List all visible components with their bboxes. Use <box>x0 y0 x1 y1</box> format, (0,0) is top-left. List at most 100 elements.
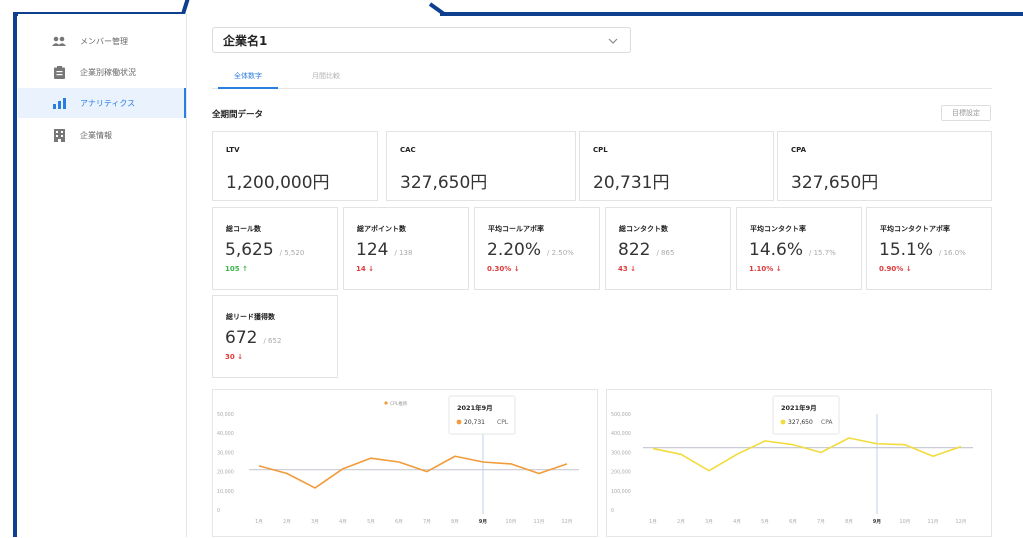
chevron-down-icon <box>608 34 618 48</box>
kpi-value-number: 14.6% <box>749 240 804 260</box>
x-tick-label: 7月 <box>423 519 431 525</box>
bar-chart-icon <box>52 96 66 110</box>
kpi-label: 平均コンタクト率 <box>750 225 806 233</box>
y-tick-label: 20,000 <box>217 470 234 476</box>
x-tick-label: 11月 <box>928 519 939 525</box>
sidebar-item-label: 企業情報 <box>80 130 112 140</box>
series-line <box>258 455 568 489</box>
kpi-delta: 14 ↓ <box>356 265 375 273</box>
y-tick-label: 0 <box>611 508 614 514</box>
kpi-value-number: 2.20% <box>487 240 542 260</box>
kpi-label: 平均コールアポ率 <box>488 225 544 233</box>
kpi-value: 14.6% / 15.7% <box>749 240 836 260</box>
chart-tooltip: 2021年9月 327,650 CPA <box>772 395 840 435</box>
x-tick-label: 12月 <box>956 519 967 525</box>
goal-settings-button[interactable]: 目標設定 <box>941 105 991 121</box>
kpi-delta: 30 ↓ <box>225 353 244 361</box>
x-tick-label: 4月 <box>339 519 347 525</box>
kpi-target: / 5,520 <box>279 249 305 257</box>
kpi-value: 1,200,000円 <box>226 173 330 193</box>
kpi-label: LTV <box>226 146 240 154</box>
kpi-target: / 2.50% <box>547 249 574 257</box>
tab-bar: 全体数字 月間比較 <box>212 70 992 89</box>
sidebar-item-company-status[interactable]: 企業別稼働状況 <box>18 57 186 87</box>
x-tick-label: 11月 <box>534 519 545 525</box>
cpl-trend-chart-svg: CPL推移 50,000 40,000 30,000 20,000 10,000 0 1月 2月… <box>217 395 579 525</box>
kpi-card-cpa: CPA 327,650円 <box>777 131 992 201</box>
tooltip-marker <box>456 419 462 425</box>
kpi-card-cpl: CPL 20,731円 <box>579 131 774 201</box>
kpi-value-number: 5,625 <box>225 240 274 260</box>
x-tick-label: 9月 <box>873 518 881 525</box>
y-tick-label: 300,000 <box>611 450 631 456</box>
kpi-value-number: 15.1% <box>879 240 934 260</box>
kpi-label: CPL <box>593 146 608 154</box>
kpi-label: 平均コンタクトアポ率 <box>880 225 950 233</box>
x-tick-label: 4月 <box>733 519 741 525</box>
x-tick-label: 2月 <box>677 519 685 525</box>
y-tick-label: 200,000 <box>611 470 631 476</box>
kpi-delta: 43 ↓ <box>618 265 637 273</box>
kpi-card-ltv: LTV 1,200,000円 <box>212 131 378 201</box>
kpi-value-number: 124 <box>356 240 389 260</box>
sidebar-item-analytics[interactable]: アナリティクス <box>18 88 186 118</box>
y-tick-label: 500,000 <box>611 412 631 418</box>
kpi-card-total-appointments: 総アポイント数 124 / 138 14 ↓ <box>343 207 469 290</box>
kpi-label: 総リード獲得数 <box>226 313 275 321</box>
x-tick-label: 5月 <box>761 519 769 525</box>
kpi-label: 総コンタクト数 <box>619 225 668 233</box>
kpi-value-number: 672 <box>225 328 258 348</box>
x-tick-label: 9月 <box>479 518 487 525</box>
y-tick-label: 0 <box>217 508 220 514</box>
x-tick-label: 6月 <box>395 519 403 525</box>
kpi-value-number: 822 <box>618 240 651 260</box>
company-select[interactable]: 企業名1 <box>212 27 631 53</box>
x-tick-label: 2月 <box>283 519 291 525</box>
kpi-value: 327,650円 <box>400 173 488 193</box>
kpi-card-total-calls: 総コール数 5,625 / 5,520 105 ↑ <box>212 207 338 290</box>
x-tick-label: 3月 <box>311 519 319 525</box>
tab-monthly-compare[interactable]: 月間比較 <box>304 70 348 87</box>
sidebar-item-members[interactable]: メンバー管理 <box>18 26 186 56</box>
kpi-target: / 652 <box>263 337 282 345</box>
tooltip-box <box>448 395 516 435</box>
kpi-value: 20,731円 <box>593 173 670 193</box>
sidebar-item-company-info[interactable]: 企業情報 <box>18 120 186 150</box>
tooltip-marker <box>780 419 786 425</box>
cpa-trend-chart-svg: CPA推移500,000400,000300,000200,000100,000… <box>611 395 973 525</box>
company-select-value: 企業名1 <box>223 33 268 48</box>
y-tick-label: 100,000 <box>611 489 631 495</box>
y-tick-label: 40,000 <box>217 431 234 437</box>
kpi-label: 総アポイント数 <box>357 225 406 233</box>
x-tick-label: 8月 <box>451 519 459 525</box>
sidebar-item-label: 企業別稼働状況 <box>80 67 136 77</box>
x-tick-label: 6月 <box>789 519 797 525</box>
tooltip-value: 20,731 <box>464 419 485 426</box>
kpi-value: 15.1% / 16.0% <box>879 240 966 260</box>
kpi-target: / 865 <box>656 249 675 257</box>
x-tick-label: 5月 <box>367 519 375 525</box>
x-tick-label: 3月 <box>705 519 713 525</box>
people-icon <box>52 34 66 48</box>
y-tick-label: 10,000 <box>217 489 234 495</box>
kpi-delta: 105 ↑ <box>225 265 248 273</box>
y-tick-label: 50,000 <box>217 412 234 418</box>
tooltip-box <box>772 395 840 435</box>
cpl-trend-chart: CPL推移 50,000 40,000 30,000 20,000 10,000 0 1月 2月… <box>212 389 598 537</box>
kpi-value: 5,625 / 5,520 <box>225 240 304 260</box>
tab-overall[interactable]: 全体数字 <box>218 70 278 89</box>
kpi-label: CPA <box>791 146 807 154</box>
kpi-label: 総コール数 <box>226 225 261 233</box>
tooltip-series: CPL <box>497 419 509 426</box>
x-tick-label: 7月 <box>817 519 825 525</box>
x-tick-label: 10月 <box>506 519 517 525</box>
section-title: 全期間データ <box>212 110 264 120</box>
legend-marker <box>384 401 388 405</box>
building-icon <box>52 128 66 142</box>
kpi-value: 124 / 138 <box>356 240 412 260</box>
kpi-value: 2.20% / 2.50% <box>487 240 574 260</box>
kpi-target: / 138 <box>394 249 413 257</box>
chart-legend: CPL推移 <box>384 400 408 407</box>
x-tick-label: 10月 <box>900 519 911 525</box>
tooltip-series: CPA <box>821 419 833 426</box>
